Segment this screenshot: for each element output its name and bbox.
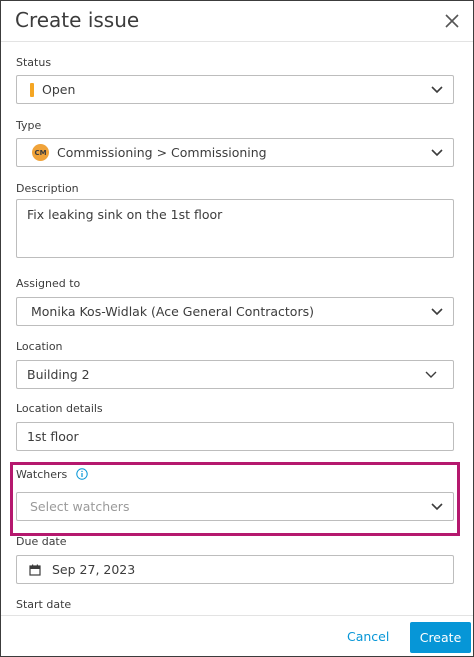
chevron-down-icon <box>431 308 443 316</box>
description-textarea[interactable]: Fix leaking sink on the 1st floor <box>16 199 454 258</box>
description-label: Description <box>16 182 79 195</box>
location-label: Location <box>16 340 63 353</box>
location-value: Building 2 <box>27 367 90 382</box>
status-select[interactable]: Open <box>16 75 454 104</box>
chevron-down-icon <box>431 503 443 511</box>
status-indicator <box>30 82 34 97</box>
type-select[interactable]: CM Commissioning > Commissioning <box>16 138 454 167</box>
type-badge: CM <box>32 144 49 161</box>
status-value: Open <box>42 82 76 97</box>
start-date-label: Start date <box>16 598 72 611</box>
due-date-label: Due date <box>16 535 67 548</box>
chevron-down-icon <box>431 86 443 94</box>
close-icon[interactable] <box>443 12 461 30</box>
watchers-placeholder: Select watchers <box>30 499 130 514</box>
dialog-title: Create issue <box>15 8 140 32</box>
calendar-icon[interactable] <box>29 564 41 576</box>
create-button[interactable]: Create <box>410 622 471 653</box>
watchers-label: Watchers <box>16 468 88 481</box>
type-label: Type <box>16 119 42 132</box>
cancel-button[interactable]: Cancel <box>347 629 389 644</box>
assigned-to-select[interactable]: Monika Kos-Widlak (Ace General Contracto… <box>16 297 454 326</box>
dialog-body: Status Open Type CM Commissioning > Comm… <box>1 42 473 616</box>
watchers-select[interactable]: Select watchers <box>16 492 454 521</box>
create-issue-dialog: Create issue Status Open Type CM Commiss… <box>0 0 474 657</box>
chevron-down-icon <box>425 371 437 378</box>
assigned-to-label: Assigned to <box>16 277 81 290</box>
watchers-label-text: Watchers <box>16 468 68 481</box>
due-date-value: Sep 27, 2023 <box>52 562 136 577</box>
chevron-down-icon <box>431 149 443 157</box>
dialog-footer: Cancel Create <box>1 615 473 656</box>
info-icon[interactable] <box>76 468 88 480</box>
location-details-value: 1st floor <box>27 429 79 444</box>
dialog-header: Create issue <box>1 1 473 42</box>
due-date-input[interactable]: Sep 27, 2023 <box>16 555 454 584</box>
location-details-input[interactable]: 1st floor <box>16 422 454 451</box>
assigned-to-value: Monika Kos-Widlak (Ace General Contracto… <box>31 304 314 319</box>
status-label: Status <box>16 56 52 69</box>
type-value: Commissioning > Commissioning <box>57 145 267 160</box>
location-details-label: Location details <box>16 402 103 415</box>
location-select[interactable]: Building 2 <box>16 360 454 389</box>
